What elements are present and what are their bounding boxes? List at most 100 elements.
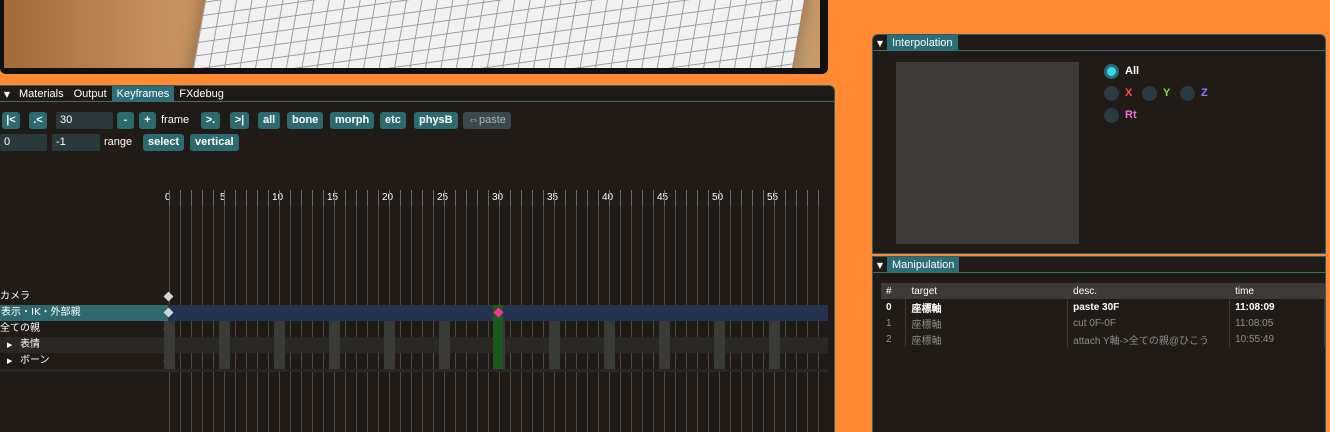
ruler-tick: [213, 190, 214, 206]
etc-button[interactable]: etc: [380, 112, 406, 129]
physb-button[interactable]: physB: [414, 112, 458, 129]
next-key-button[interactable]: >.: [201, 112, 220, 129]
collapse-triangle-icon[interactable]: ▼: [873, 35, 887, 51]
ruler-tick: [675, 190, 676, 206]
ruler-tick: [543, 190, 544, 206]
tab-materials[interactable]: Materials: [14, 86, 69, 101]
ruler-tick: [455, 190, 456, 206]
track-row-display-ik[interactable]: 表示・IK・外部親: [0, 305, 828, 321]
ruler-tick: [686, 190, 687, 206]
ruler-tick: [191, 190, 192, 206]
ruler-tick: [246, 190, 247, 206]
ruler-tick: [290, 190, 291, 206]
select-button[interactable]: select: [143, 134, 185, 151]
ruler-tick: [279, 190, 280, 206]
frame-group-shade: [714, 321, 725, 369]
track-row-all-parent[interactable]: 全ての親: [0, 321, 828, 337]
track-row-bone[interactable]: ▶ ボーン: [0, 353, 828, 369]
ruler-tick: [169, 190, 170, 206]
track-label: 表示・IK・外部親: [0, 305, 168, 321]
first-frame-button[interactable]: |<: [2, 112, 20, 129]
frame-group-shade: [439, 321, 450, 369]
keyframe-timeline[interactable]: 0 5 10 15 20 25 30 35 40 45 50 55 カメラ 表示…: [0, 188, 828, 432]
radio-z[interactable]: [1180, 86, 1195, 101]
column-header-time: time: [1229, 283, 1325, 299]
row-desc: paste 30F: [1067, 299, 1231, 315]
ruler-tick: [389, 190, 390, 206]
last-frame-button[interactable]: >|: [230, 112, 249, 129]
ruler-tick: [301, 190, 302, 206]
ruler-tick: [774, 190, 775, 206]
track-label: カメラ: [0, 291, 30, 302]
tab-output[interactable]: Output: [69, 86, 112, 101]
ruler-tick: [598, 190, 599, 206]
expand-triangle-icon[interactable]: ▶: [7, 337, 12, 353]
row-index: 0: [881, 299, 907, 315]
row-index: 2: [881, 331, 907, 347]
ruler-tick: [653, 190, 654, 206]
table-row[interactable]: 2 座標軸 attach Y軸->全ての親@ひこう 10:55:49: [881, 331, 1325, 347]
manipulation-title: Manipulation: [887, 257, 960, 272]
manipulation-panel: ▼ Manipulation # target desc. time 0 座標軸…: [872, 256, 1326, 432]
ruler-number: 55: [767, 192, 779, 203]
3d-viewport[interactable]: [0, 0, 828, 74]
ruler-tick: [807, 190, 808, 206]
collapse-triangle-icon[interactable]: ▼: [0, 86, 14, 102]
row-desc: cut 0F-0F: [1067, 315, 1231, 331]
radio-x[interactable]: [1104, 86, 1119, 101]
track-row-camera[interactable]: カメラ: [0, 289, 828, 305]
morph-button[interactable]: morph: [330, 112, 375, 129]
ruler-tick: [235, 190, 236, 206]
track-label: 表情: [20, 339, 40, 350]
range-start-input[interactable]: 0: [0, 134, 47, 151]
radio-all-label: All: [1125, 65, 1140, 77]
radio-y[interactable]: [1142, 86, 1157, 101]
frame-decrement-button[interactable]: -: [117, 112, 134, 129]
ruler-tick: [763, 190, 764, 206]
ruler-tick: [257, 190, 258, 206]
track-row-expression[interactable]: ▶ 表情: [0, 337, 828, 353]
ruler-number: 15: [327, 192, 339, 203]
collapse-triangle-icon[interactable]: ▼: [873, 257, 887, 273]
ruler-number: 30: [492, 192, 504, 203]
ruler-tick: [609, 190, 610, 206]
radio-y-label: Y: [1163, 87, 1171, 99]
ruler-tick: [202, 190, 203, 206]
row-target: 座標軸: [905, 315, 1069, 331]
paste-button[interactable]: ⇔paste: [463, 112, 511, 129]
range-end-input[interactable]: -1: [52, 134, 100, 151]
frame-group-shade: [219, 321, 230, 369]
all-button[interactable]: all: [258, 112, 281, 129]
row-index: 1: [881, 315, 907, 331]
vertical-button[interactable]: vertical: [190, 134, 239, 151]
frame-increment-button[interactable]: +: [139, 112, 156, 129]
ruler-tick: [422, 190, 423, 206]
ruler-tick: [411, 190, 412, 206]
row-time: 11:08:05: [1229, 315, 1325, 331]
table-row[interactable]: 1 座標軸 cut 0F-0F 11:08:05: [881, 315, 1325, 331]
keyframe-diamond[interactable]: [163, 291, 174, 302]
expand-triangle-icon[interactable]: ▶: [7, 353, 12, 369]
frame-group-shade: [164, 321, 175, 369]
interpolation-curve-preview[interactable]: [896, 62, 1079, 244]
column-header-index: #: [881, 283, 907, 299]
radio-all[interactable]: [1104, 64, 1119, 79]
tab-fxdebug[interactable]: FXdebug: [174, 86, 229, 101]
row-target: 座標軸: [905, 299, 1069, 315]
ruler-tick: [697, 190, 698, 206]
table-row[interactable]: 0 座標軸 paste 30F 11:08:09: [881, 299, 1325, 315]
prev-key-button[interactable]: .<: [29, 112, 47, 129]
tab-keyframes[interactable]: Keyframes: [111, 86, 175, 101]
row-time: 11:08:09: [1229, 299, 1325, 315]
interpolation-panel: ▼ Interpolation All X Y Z Rt: [872, 34, 1326, 254]
ruler-number: 50: [712, 192, 724, 203]
bone-button[interactable]: bone: [287, 112, 324, 129]
ruler-tick: [576, 190, 577, 206]
radio-rt[interactable]: [1104, 108, 1119, 123]
ruler-tick: [268, 190, 269, 206]
ruler-tick: [719, 190, 720, 206]
ruler-tick: [367, 190, 368, 206]
frame-input[interactable]: 30: [56, 112, 113, 129]
table-header-row: # target desc. time: [881, 283, 1325, 299]
ruler-tick: [334, 190, 335, 206]
